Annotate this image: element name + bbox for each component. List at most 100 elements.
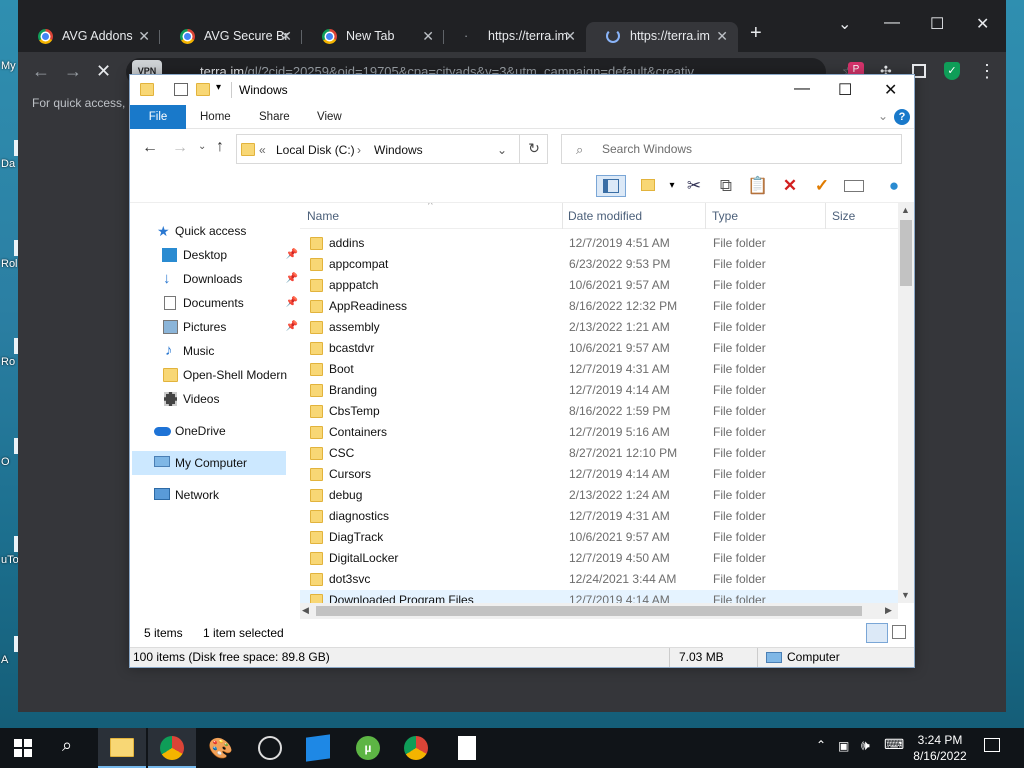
- horizontal-scrollbar[interactable]: ◀ ▶: [300, 603, 898, 619]
- table-row[interactable]: diagnostics 12/7/2019 4:31 AM File folder: [300, 506, 898, 527]
- tab-avg-secure[interactable]: AVG Secure Br ✕: [160, 22, 302, 52]
- table-row[interactable]: CbsTemp 8/16/2022 1:59 PM File folder: [300, 401, 898, 422]
- copy-icon[interactable]: ⧉: [714, 175, 738, 197]
- new-tab-button[interactable]: +: [750, 22, 762, 45]
- table-row[interactable]: DiagTrack 10/6/2021 9:57 AM File folder: [300, 527, 898, 548]
- nav-my-computer[interactable]: My Computer: [132, 451, 286, 475]
- view-mode-icon[interactable]: [636, 175, 660, 197]
- shield-check-icon[interactable]: ✓: [944, 62, 960, 80]
- up-icon[interactable]: ↑: [216, 138, 224, 156]
- tab-file[interactable]: File: [130, 105, 186, 129]
- close-tab-icon[interactable]: ✕: [422, 22, 434, 50]
- nav-pictures[interactable]: Pictures 📌: [130, 315, 300, 339]
- table-row[interactable]: Containers 12/7/2019 5:16 AM File folder: [300, 422, 898, 443]
- obs-icon[interactable]: [258, 736, 282, 760]
- search-icon[interactable]: ⌕: [62, 735, 72, 756]
- close-icon[interactable]: ✕: [976, 14, 989, 34]
- refresh-button[interactable]: ↻: [519, 134, 548, 164]
- large-icons-view-icon[interactable]: [892, 625, 906, 639]
- address-box[interactable]: « Local Disk (C:) › Windows ⌄: [236, 134, 548, 164]
- ribbon-expand-chevron-icon[interactable]: ⌄: [878, 109, 888, 123]
- nav-documents[interactable]: Documents 📌: [130, 291, 300, 315]
- desktop-label[interactable]: O: [1, 456, 10, 468]
- table-row[interactable]: AppReadiness 8/16/2022 12:32 PM File folde…: [300, 296, 898, 317]
- new-folder-icon[interactable]: [196, 83, 210, 96]
- column-divider[interactable]: [705, 203, 706, 229]
- details-view-icon[interactable]: [866, 623, 888, 643]
- column-divider[interactable]: [825, 203, 826, 229]
- table-row[interactable]: Cursors 12/7/2019 4:14 AM File folder: [300, 464, 898, 485]
- table-row[interactable]: bcastdvr 10/6/2021 9:57 AM File folder: [300, 338, 898, 359]
- back-icon[interactable]: ←: [32, 61, 50, 82]
- tray-chevron-icon[interactable]: ⌃: [816, 738, 826, 752]
- stop-icon[interactable]: ✕: [96, 61, 111, 82]
- scroll-down-icon[interactable]: ▼: [901, 590, 910, 600]
- table-row[interactable]: Boot 12/7/2019 4:31 AM File folder: [300, 359, 898, 380]
- delete-icon[interactable]: ✕: [778, 175, 802, 197]
- windows-app-icon[interactable]: [306, 734, 330, 762]
- tab-new-tab[interactable]: New Tab ✕: [302, 22, 444, 52]
- table-row[interactable]: appcompat 6/23/2022 9:53 PM File folder: [300, 254, 898, 275]
- close-tab-icon[interactable]: ✕: [280, 22, 292, 50]
- table-row[interactable]: addins 12/7/2019 4:51 AM File folder: [300, 233, 898, 254]
- maximize-icon[interactable]: ☐: [838, 80, 852, 100]
- forward-icon[interactable]: →: [172, 139, 188, 157]
- col-name[interactable]: Name: [307, 209, 339, 223]
- table-row[interactable]: CSC 8/27/2021 12:10 PM File folder: [300, 443, 898, 464]
- network-icon[interactable]: ▣: [838, 739, 849, 753]
- column-divider[interactable]: [562, 203, 563, 229]
- tab-share[interactable]: Share: [259, 105, 290, 129]
- nav-network[interactable]: Network: [130, 483, 300, 507]
- tab-avg-addons[interactable]: AVG Addons ✕: [18, 22, 160, 52]
- properties-icon[interactable]: [174, 83, 188, 96]
- close-tab-icon[interactable]: ✕: [716, 22, 728, 50]
- desktop-label[interactable]: My: [1, 60, 16, 72]
- table-row[interactable]: apppatch 10/6/2021 9:57 AM File folder: [300, 275, 898, 296]
- nav-downloads[interactable]: ↓ Downloads 📌: [130, 267, 300, 291]
- hscroll-thumb[interactable]: [316, 606, 862, 616]
- back-icon[interactable]: ←: [142, 139, 158, 157]
- tab-terra-2[interactable]: https://terra.im ✕: [586, 22, 738, 52]
- maximize-icon[interactable]: ☐: [930, 14, 944, 34]
- nav-onedrive[interactable]: OneDrive: [130, 419, 300, 443]
- view-dropdown-icon[interactable]: ▾: [660, 175, 684, 197]
- vertical-scrollbar[interactable]: ▲ ▼: [898, 203, 914, 603]
- tab-view[interactable]: View: [317, 105, 342, 129]
- keyboard-icon[interactable]: ⌨: [884, 736, 904, 753]
- scroll-thumb[interactable]: [900, 220, 912, 286]
- globe-icon[interactable]: ●: [882, 175, 906, 197]
- desktop-label[interactable]: Rol: [1, 258, 18, 270]
- help-icon[interactable]: ?: [894, 109, 910, 125]
- forward-icon[interactable]: →: [64, 61, 82, 82]
- table-row[interactable]: DigitalLocker 12/7/2019 4:50 AM File folde…: [300, 548, 898, 569]
- qat-dropdown-icon[interactable]: ▾: [216, 82, 221, 93]
- taskbar-chrome[interactable]: [148, 728, 196, 768]
- scroll-left-icon[interactable]: ◀: [302, 605, 309, 616]
- table-row[interactable]: assembly 2/13/2022 1:21 AM File folder: [300, 317, 898, 338]
- utorrent-icon[interactable]: µ: [356, 736, 380, 760]
- properties-check-icon[interactable]: ✓: [810, 175, 834, 197]
- minimize-icon[interactable]: —: [884, 14, 900, 32]
- table-row[interactable]: dot3svc 12/24/2021 3:44 AM File folder: [300, 569, 898, 590]
- close-tab-icon[interactable]: ✕: [564, 22, 576, 50]
- col-date-modified[interactable]: Date modified: [568, 209, 642, 223]
- clock[interactable]: 3:24 PM 8/16/2022: [905, 732, 975, 764]
- col-type[interactable]: Type: [712, 209, 738, 223]
- nav-quick-access[interactable]: ★ Quick access: [130, 219, 300, 243]
- table-row[interactable]: Branding 12/7/2019 4:14 AM File folder: [300, 380, 898, 401]
- paste-icon[interactable]: 📋: [746, 175, 770, 197]
- breadcrumb-local-disk[interactable]: Local Disk (C:): [276, 143, 355, 157]
- col-size[interactable]: Size: [832, 209, 855, 223]
- address-overflow[interactable]: «: [259, 143, 266, 157]
- scroll-right-icon[interactable]: ▶: [885, 605, 892, 616]
- start-windows-icon[interactable]: [14, 739, 32, 757]
- address-dropdown-icon[interactable]: ⌄: [497, 143, 507, 157]
- table-row[interactable]: Downloaded Program Files 12/7/2019 4:14 A…: [300, 590, 898, 603]
- desktop-label[interactable]: uTo: [1, 554, 19, 566]
- breadcrumb-windows[interactable]: Windows: [374, 143, 423, 157]
- taskbar-explorer[interactable]: [98, 728, 146, 768]
- tab-search-chevron-icon[interactable]: ⌄: [838, 14, 851, 34]
- scroll-up-icon[interactable]: ▲: [901, 205, 910, 215]
- tab-home[interactable]: Home: [200, 105, 231, 129]
- menu-kebab-icon[interactable]: ⋮: [978, 61, 996, 82]
